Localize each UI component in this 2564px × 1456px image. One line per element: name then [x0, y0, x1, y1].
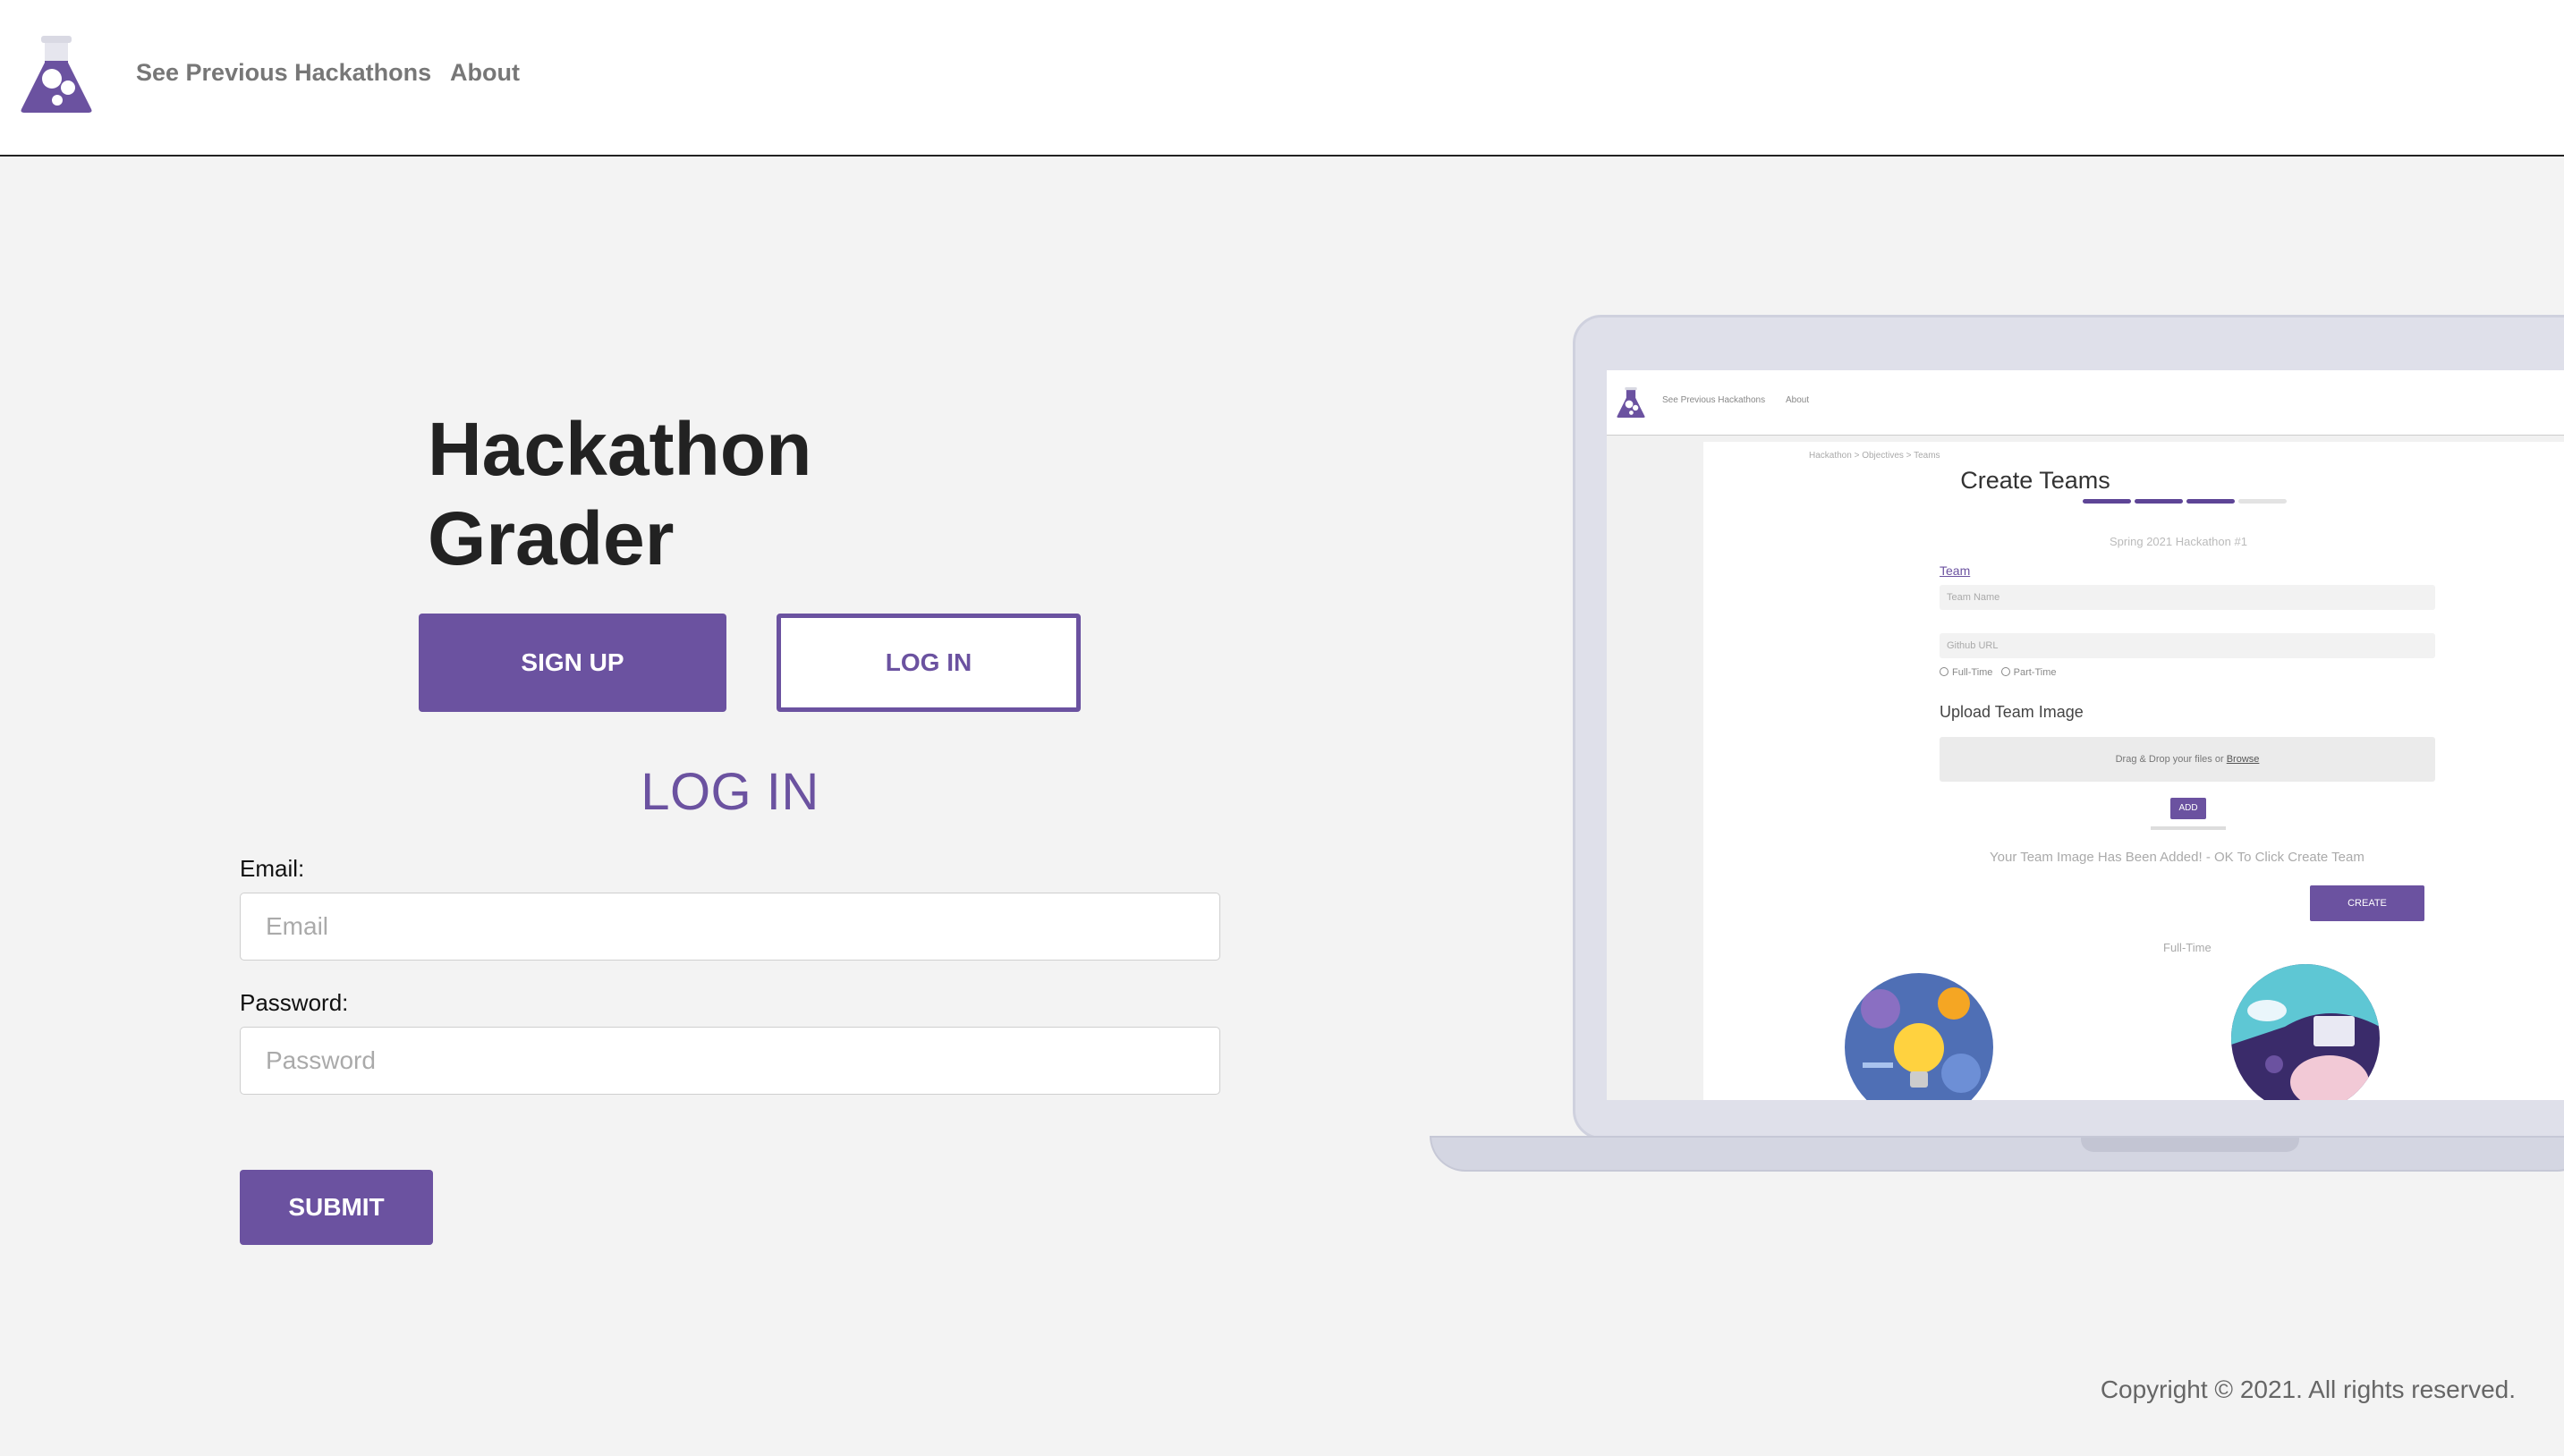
preview-nav-previous: See Previous Hackathons: [1662, 395, 1766, 405]
login-form-heading: LOG IN: [641, 763, 819, 821]
preview-workspace-illustration: [2231, 964, 2380, 1100]
preview-step: [2238, 499, 2287, 504]
login-toggle-button[interactable]: LOG IN: [777, 614, 1081, 712]
preview-flask-logo-icon: [1617, 387, 1645, 418]
password-field[interactable]: [240, 1027, 1220, 1095]
preview-upload-label: Upload Team Image: [1940, 703, 2084, 721]
preview-team-name-input: Team Name: [1940, 585, 2435, 610]
preview-dropzone-browse: Browse: [2226, 754, 2260, 765]
preview-dropzone-text: Drag & Drop your files or: [2115, 754, 2224, 765]
preview-radio-fulltime: Full-Time: [1952, 667, 1993, 678]
preview-lightbulb-illustration: [1845, 973, 1993, 1100]
nav-about-link[interactable]: About: [450, 59, 520, 87]
preview-team-link: Team: [1940, 563, 1971, 578]
email-label: Email:: [240, 855, 305, 882]
preview-github-input: Github URL: [1940, 633, 2435, 658]
preview-step: [2135, 499, 2183, 504]
preview-breadcrumb: Hackathon > Objectives > Teams: [1809, 451, 1940, 461]
preview-section-label: Full-Time: [2163, 941, 2212, 954]
laptop-screen-preview: See Previous Hackathons About Hackathon …: [1607, 370, 2564, 1100]
preview-title: Create Teams: [1960, 467, 2110, 494]
preview-radio-parttime: Part-Time: [2013, 667, 2057, 678]
app-title: Hackathon Grader: [428, 404, 811, 583]
email-field[interactable]: [240, 893, 1220, 961]
preview-add-button: ADD: [2170, 798, 2206, 819]
preview-success-message: Your Team Image Has Been Added! - OK To …: [1990, 850, 2364, 865]
preview-navbar: See Previous Hackathons About: [1607, 370, 2564, 436]
preview-step: [2186, 499, 2235, 504]
copyright-text: Copyright © 2021. All rights reserved.: [2100, 1376, 2516, 1403]
preview-subtitle: Spring 2021 Hackathon #1: [2110, 535, 2247, 548]
app-title-line1: Hackathon: [428, 407, 812, 491]
laptop-notch: [2081, 1138, 2299, 1152]
preview-page: Hackathon > Objectives > Teams Create Te…: [1703, 442, 2564, 1100]
top-navbar: See Previous Hackathons About: [0, 0, 2564, 157]
submit-button[interactable]: SUBMIT: [240, 1170, 433, 1245]
signup-button[interactable]: SIGN UP: [419, 614, 726, 712]
laptop-base: [1430, 1136, 2564, 1172]
preview-step: [2083, 499, 2131, 504]
app-title-line2: Grader: [428, 496, 675, 580]
lightbulb-icon: [1861, 987, 1981, 1093]
radio-icon: [1940, 667, 1948, 676]
preview-dropzone: Drag & Drop your files or Browse: [1940, 737, 2435, 782]
workspace-icon: [2231, 964, 2380, 1100]
radio-icon: [2000, 667, 2010, 676]
preview-radio-group: Full-Time Part-Time: [1940, 667, 2056, 678]
preview-nav-about: About: [1786, 395, 1810, 405]
password-label: Password:: [240, 989, 349, 1016]
preview-create-button: CREATE: [2310, 885, 2424, 921]
preview-step-progress: [2083, 499, 2288, 504]
nav-previous-hackathons-link[interactable]: See Previous Hackathons: [136, 59, 431, 87]
flask-logo-icon[interactable]: [18, 34, 95, 114]
preview-upload-bar: [2151, 826, 2226, 830]
